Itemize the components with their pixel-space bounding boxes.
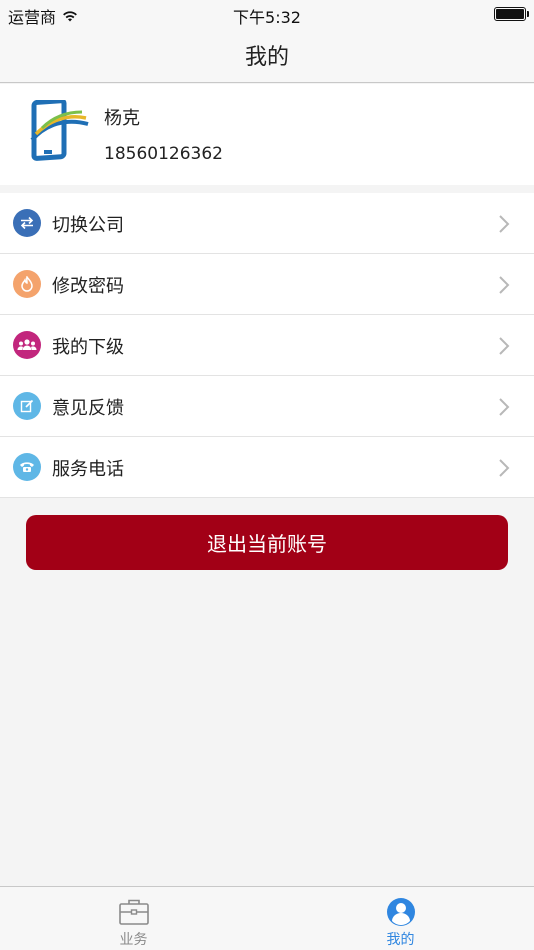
menu-item-label: 我的下级 xyxy=(52,337,124,358)
chevron-right-icon xyxy=(499,337,510,355)
menu-item-label: 服务电话 xyxy=(52,459,124,480)
menu-item-service-phone[interactable]: 服务电话 xyxy=(0,437,534,498)
profile-phone: 18560126362 xyxy=(104,144,223,164)
tab-label: 我的 xyxy=(386,932,415,948)
navigation-bar: 我的 xyxy=(0,28,534,83)
settings-menu: 切换公司 修改密码 我的下级 意见反馈 服务电话 xyxy=(0,193,534,498)
menu-item-my-subordinates[interactable]: 我的下级 xyxy=(0,315,534,376)
menu-item-label: 修改密码 xyxy=(52,276,124,297)
status-time: 下午5:32 xyxy=(233,8,301,27)
chevron-right-icon xyxy=(499,276,510,294)
menu-item-change-password[interactable]: 修改密码 xyxy=(0,254,534,315)
logout-button[interactable]: 退出当前账号 xyxy=(26,515,508,570)
tab-business[interactable]: 业务 xyxy=(0,887,267,950)
profile-card[interactable]: 杨克 18560126362 xyxy=(0,84,534,185)
menu-item-label: 意见反馈 xyxy=(52,398,124,419)
app-root: 运营商 下午5:32 我的 杨克 18560126362 切换公司 修改密码 我… xyxy=(0,0,534,950)
app-logo-icon xyxy=(30,100,89,161)
menu-item-switch-company[interactable]: 切换公司 xyxy=(0,193,534,254)
page-title: 我的 xyxy=(244,45,289,70)
briefcase-icon xyxy=(118,899,149,925)
chevron-right-icon xyxy=(499,459,510,477)
tab-label: 业务 xyxy=(119,932,148,948)
status-bar: 运营商 下午5:32 xyxy=(0,0,534,28)
profile-name: 杨克 xyxy=(104,108,140,129)
tab-mine[interactable]: 我的 xyxy=(267,887,534,950)
edit-note-icon xyxy=(13,392,41,420)
battery-icon xyxy=(494,7,529,21)
tab-bar: 业务 我的 xyxy=(0,886,534,950)
chevron-right-icon xyxy=(499,398,510,416)
menu-item-label: 切换公司 xyxy=(52,215,124,236)
menu-item-feedback[interactable]: 意见反馈 xyxy=(0,376,534,437)
chevron-right-icon xyxy=(499,215,510,233)
phone-icon xyxy=(13,453,41,481)
user-circle-icon xyxy=(386,898,415,926)
group-people-icon xyxy=(13,331,41,359)
flame-icon xyxy=(13,270,41,298)
switch-arrows-icon xyxy=(13,209,41,237)
